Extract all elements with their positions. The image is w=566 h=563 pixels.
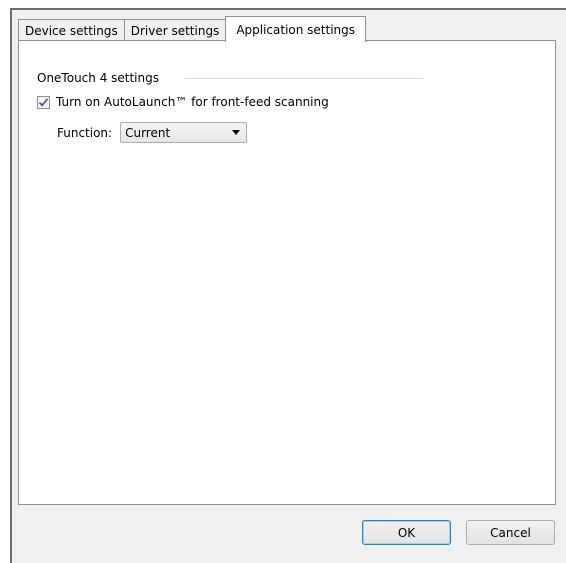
chevron-down-icon: [232, 130, 241, 135]
function-row: Function: Current: [57, 122, 248, 143]
cancel-button[interactable]: Cancel: [466, 520, 555, 545]
function-select[interactable]: Current: [120, 122, 248, 143]
tab-application-settings[interactable]: Application settings: [225, 16, 367, 42]
ok-button[interactable]: OK: [362, 520, 451, 545]
tab-driver-settings[interactable]: Driver settings: [123, 19, 227, 41]
autolaunch-label[interactable]: Turn on AutoLaunch™ for front-feed scann…: [56, 95, 329, 109]
group-divider: [184, 78, 424, 79]
tab-strip: Device settings Driver settings Applicat…: [18, 16, 367, 42]
autolaunch-checkbox[interactable]: [37, 95, 50, 109]
autolaunch-row: Turn on AutoLaunch™ for front-feed scann…: [37, 95, 329, 109]
function-select-value: Current: [125, 125, 171, 140]
checkmark-icon: [38, 97, 49, 107]
function-label: Function:: [57, 125, 113, 140]
group-title: OneTouch 4 settings: [37, 71, 159, 85]
tab-panel-application-settings: OneTouch 4 settings Turn on AutoLaunch™ …: [18, 40, 556, 505]
tab-device-settings[interactable]: Device settings: [18, 19, 125, 41]
